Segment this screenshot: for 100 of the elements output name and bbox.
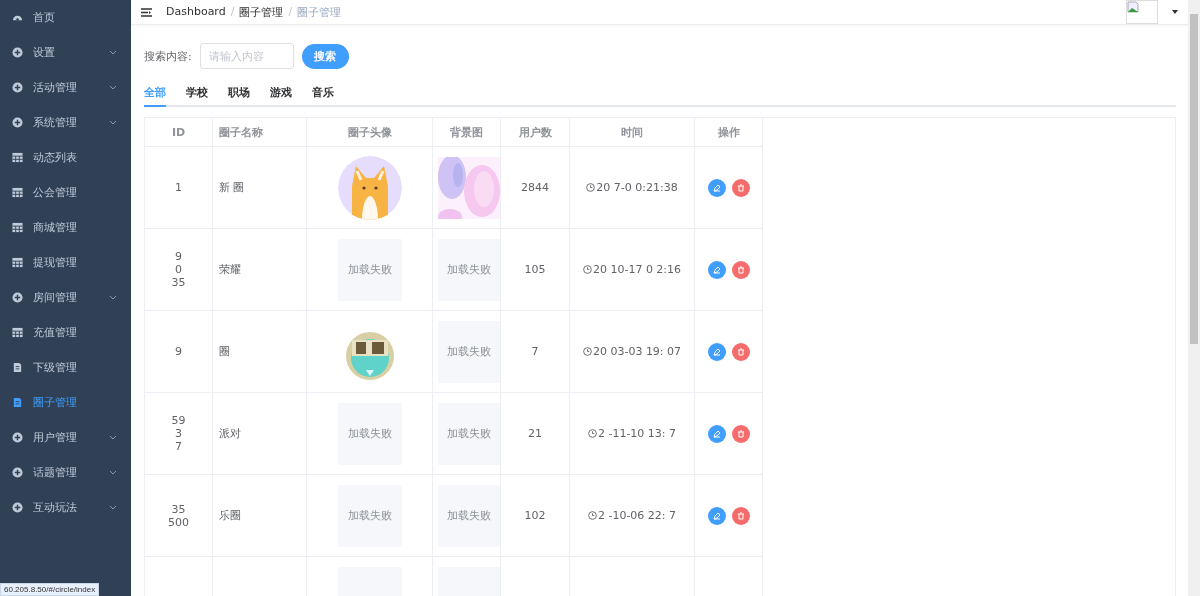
trash-icon	[736, 429, 745, 438]
load-failed-text: 加载失败	[447, 344, 491, 359]
table-cell: 35 500	[145, 475, 213, 557]
table-cell: 派对	[213, 393, 307, 475]
delete-button[interactable]	[731, 260, 750, 279]
chevron-down-icon	[109, 85, 117, 90]
table-icon	[12, 257, 23, 268]
pencil-icon	[712, 347, 721, 356]
load-failed-text: 加载失败	[347, 508, 392, 523]
delete-button[interactable]	[731, 342, 750, 361]
scrollbar-thumb[interactable]	[1190, 14, 1198, 344]
load-failed-text: 加载失败	[347, 262, 392, 277]
load-failed-text: 加载失败	[447, 426, 491, 441]
table-cell: 2844	[501, 147, 570, 229]
sidebar-item[interactable]: 房间管理	[0, 280, 131, 315]
breadcrumb-item: 圈子管理	[297, 4, 342, 20]
table-cell: 20 10-17 0 2:16	[570, 229, 695, 311]
edit-button[interactable]	[707, 178, 726, 197]
table-cell: 7	[501, 311, 570, 393]
plus-circle-icon	[12, 82, 23, 93]
trash-icon	[736, 347, 745, 356]
table-cell: 20 7-0 0:21:38	[570, 147, 695, 229]
tab[interactable]: 学校	[186, 79, 208, 107]
table-cell: 105	[501, 229, 570, 311]
chevron-down-icon	[109, 120, 117, 125]
sidebar-item[interactable]: 互动玩法	[0, 490, 131, 525]
table-cell: 59 3 7	[145, 393, 213, 475]
delete-button[interactable]	[731, 178, 750, 197]
clock-icon	[586, 183, 596, 192]
chevron-down-icon	[109, 435, 117, 440]
table-cell: 20 03-03 19: 07	[570, 311, 695, 393]
sidebar-item[interactable]: 动态列表	[0, 140, 131, 175]
breadcrumb-item[interactable]: Dashboard	[166, 4, 226, 20]
load-failed-text: 加载失败	[447, 508, 491, 523]
sidebar-item[interactable]: 提现管理	[0, 245, 131, 280]
menu-icon[interactable]	[141, 7, 152, 17]
chevron-down-icon	[109, 505, 117, 510]
sidebar-item[interactable]: 话题管理	[0, 455, 131, 490]
trash-icon	[736, 183, 745, 192]
document-icon	[12, 362, 23, 373]
load-failed-text: 加载失败	[347, 426, 392, 441]
clock-icon	[587, 511, 597, 520]
plus-circle-icon	[12, 117, 23, 128]
breadcrumb-item[interactable]: 圈子管理	[239, 4, 284, 20]
table-cell: 1	[145, 147, 213, 229]
plus-circle-icon	[12, 432, 23, 443]
caret-down-icon[interactable]	[1172, 10, 1178, 14]
scrollbar[interactable]	[1188, 0, 1200, 596]
table-cell: 新 圈	[213, 147, 307, 229]
pencil-icon	[712, 429, 721, 438]
trash-icon	[736, 265, 745, 274]
pencil-icon	[712, 265, 721, 274]
edit-button[interactable]	[707, 342, 726, 361]
plus-circle-icon	[12, 502, 23, 513]
table-cell: 圈	[213, 311, 307, 393]
sidebar-item[interactable]: 用户管理	[0, 420, 131, 455]
clock-icon	[587, 429, 597, 438]
table-cell: 102	[501, 475, 570, 557]
sidebar-item[interactable]: 下级管理	[0, 350, 131, 385]
edit-button[interactable]	[707, 260, 726, 279]
avatar-icon[interactable]	[1126, 0, 1158, 24]
load-failed-text: 加载失败	[447, 262, 491, 277]
plus-circle-icon	[12, 47, 23, 58]
table-cell: 2 -11-10 13: 7	[570, 393, 695, 475]
sidebar-item[interactable]: 公会管理	[0, 175, 131, 210]
chevron-down-icon	[109, 470, 117, 475]
tab[interactable]: 游戏	[270, 79, 292, 107]
table-cell: 21	[501, 393, 570, 475]
breadcrumb-separator: /	[230, 4, 235, 20]
table-cell: 2 -10-06 22: 7	[570, 475, 695, 557]
sidebar-item[interactable]: 系统管理	[0, 105, 131, 140]
delete-button[interactable]	[731, 506, 750, 525]
status-bar: 60.205.8.50/#/circle/index	[0, 583, 100, 596]
edit-button[interactable]	[707, 424, 726, 443]
edit-button[interactable]	[707, 506, 726, 525]
table-icon	[12, 152, 23, 163]
delete-button[interactable]	[731, 424, 750, 443]
sidebar-item[interactable]: 首页	[0, 0, 131, 35]
sidebar-item[interactable]: 商城管理	[0, 210, 131, 245]
table-cell: 9 0 35	[145, 229, 213, 311]
breadcrumb-separator: /	[288, 4, 293, 20]
tab[interactable]: 音乐	[312, 79, 334, 107]
table-cell: 乐圈	[213, 475, 307, 557]
search-label: 搜索内容:	[144, 48, 192, 64]
sidebar-item[interactable]: 活动管理	[0, 70, 131, 105]
plus-circle-icon	[12, 292, 23, 303]
table-cell: 荣耀	[213, 229, 307, 311]
chevron-down-icon	[109, 295, 117, 300]
tab[interactable]: 职场	[228, 79, 250, 107]
table-icon	[12, 327, 23, 338]
clock-icon	[582, 347, 592, 356]
trash-icon	[736, 511, 745, 520]
plus-circle-icon	[12, 467, 23, 478]
pencil-icon	[712, 183, 721, 192]
sidebar-item[interactable]: 充值管理	[0, 315, 131, 350]
sidebar-item[interactable]: 设置	[0, 35, 131, 70]
table-icon	[12, 187, 23, 198]
chevron-down-icon	[109, 50, 117, 55]
sidebar-item[interactable]: 圈子管理	[0, 385, 131, 420]
pencil-icon	[712, 511, 721, 520]
